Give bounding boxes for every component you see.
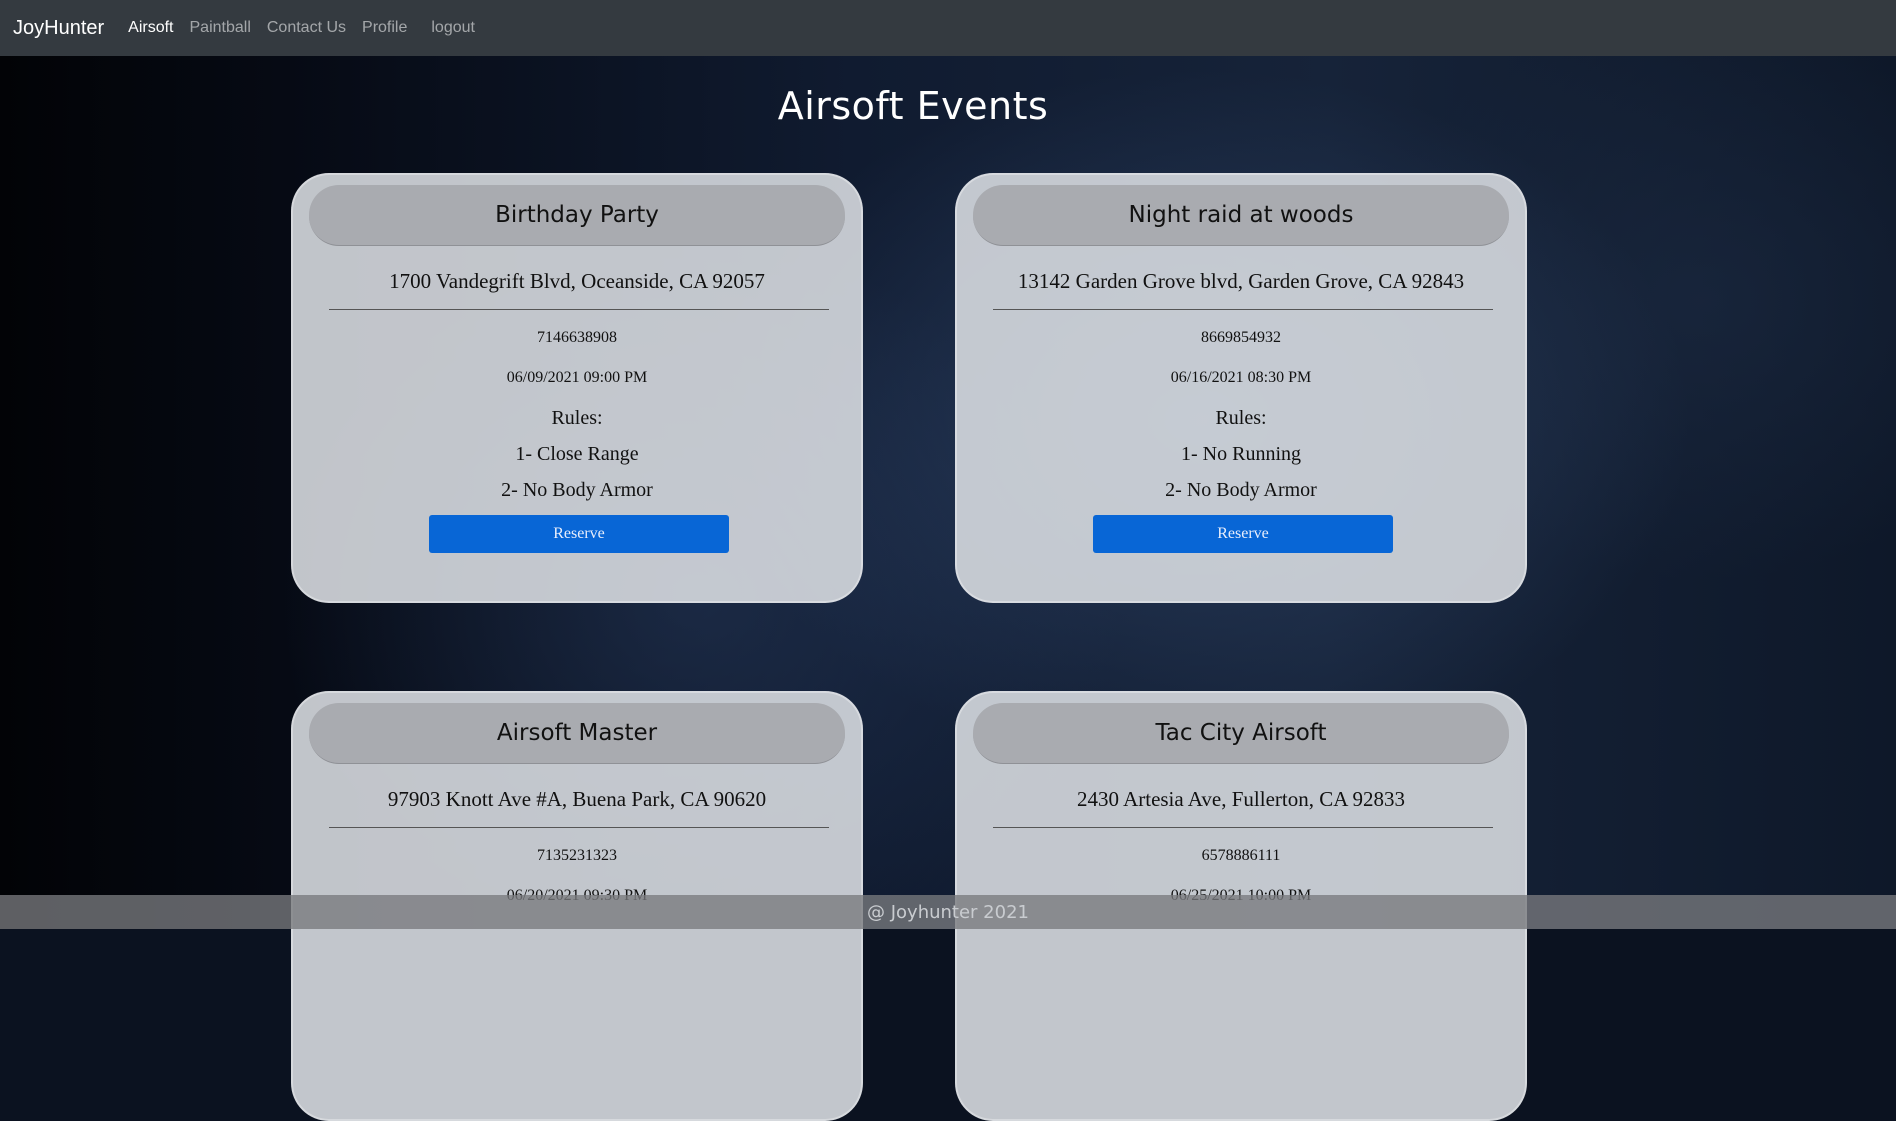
rule-item: 2- No Body Armor — [501, 479, 653, 501]
rule-item: 1- Close Range — [515, 443, 639, 465]
reserve-button[interactable]: Reserve — [429, 515, 729, 553]
event-address: 2430 Artesia Ave, Fullerton, CA 92833 — [1076, 787, 1405, 811]
nav-link-contact-us[interactable]: Contact Us — [267, 19, 346, 37]
rule-item: 2- No Body Armor — [1165, 479, 1317, 501]
nav-link-paintball[interactable]: Paintball — [190, 19, 251, 37]
reserve-button[interactable]: Reserve — [1093, 515, 1393, 553]
rule-item: 1- No Running — [1181, 443, 1301, 465]
event-phone: 7146638908 — [537, 329, 617, 346]
event-phone: 7135231323 — [537, 847, 617, 864]
event-card-birthday-party: Birthday Party 1700 Vandegrift Blvd, Oce… — [291, 173, 863, 603]
nav-link-profile[interactable]: Profile — [362, 19, 407, 37]
nav-link-airsoft[interactable]: Airsoft — [128, 19, 173, 37]
event-phone: 6578886111 — [1201, 847, 1281, 864]
divider — [329, 309, 829, 310]
event-title: Tac City Airsoft — [973, 703, 1509, 764]
rules-heading: Rules: — [551, 407, 603, 429]
event-address: 97903 Knott Ave #A, Buena Park, CA 90620 — [387, 787, 767, 811]
brand-link[interactable]: JoyHunter — [13, 17, 104, 40]
event-card-night-raid: Night raid at woods 13142 Garden Grove b… — [955, 173, 1527, 603]
event-address: 1700 Vandegrift Blvd, Oceanside, CA 9205… — [389, 269, 765, 293]
top-navbar: JoyHunter Airsoft Paintball Contact Us P… — [0, 0, 1896, 56]
event-address: 13142 Garden Grove blvd, Garden Grove, C… — [1017, 269, 1465, 293]
footer-text: @ Joyhunter 2021 — [867, 901, 1029, 923]
rules-heading: Rules: — [1215, 407, 1267, 429]
event-title: Airsoft Master — [309, 703, 845, 764]
page-title: Airsoft Events — [777, 84, 1049, 128]
event-title: Night raid at woods — [973, 185, 1509, 246]
background-image — [0, 0, 1896, 929]
event-title: Birthday Party — [309, 185, 845, 246]
divider — [993, 309, 1493, 310]
event-datetime: 06/16/2021 08:30 PM — [1170, 369, 1312, 386]
divider — [329, 827, 829, 828]
divider — [993, 827, 1493, 828]
footer: @ Joyhunter 2021 — [0, 895, 1896, 929]
event-phone: 8669854932 — [1201, 329, 1281, 346]
nav-link-logout[interactable]: logout — [431, 19, 475, 37]
event-datetime: 06/09/2021 09:00 PM — [506, 369, 648, 386]
